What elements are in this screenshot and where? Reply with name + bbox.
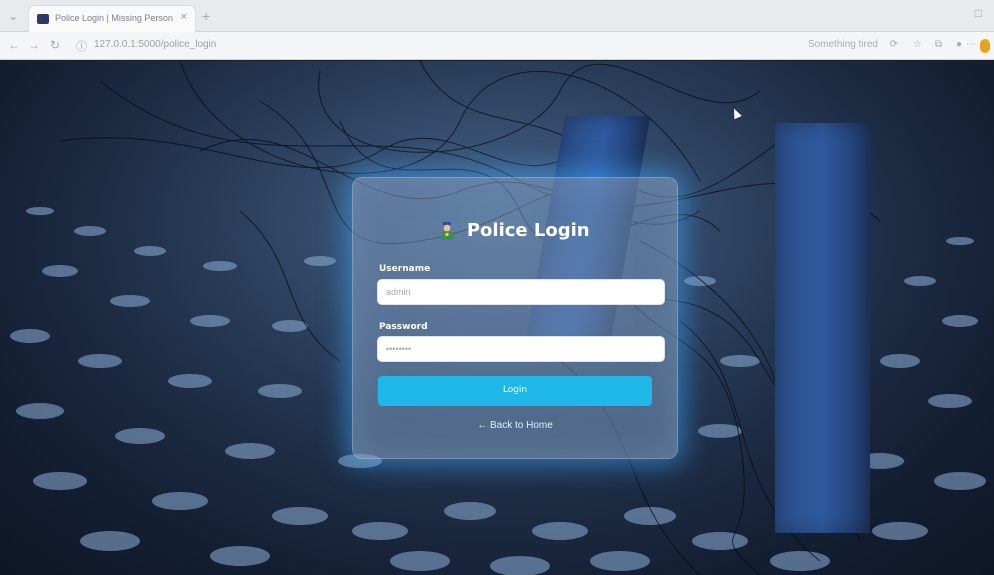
copilot-icon[interactable]	[980, 39, 990, 53]
favicon-icon	[37, 14, 49, 24]
password-label: Password	[379, 322, 428, 332]
profile-icon[interactable]: ●	[956, 39, 962, 50]
login-button-label: Login	[502, 385, 528, 395]
collections-icon[interactable]: ⧉	[935, 39, 942, 50]
forward-arrow-icon[interactable]: →	[28, 38, 40, 52]
username-value: admin	[386, 287, 411, 297]
police-officer-icon	[441, 221, 454, 240]
tab-list-icon[interactable]: ⌄	[6, 9, 20, 23]
login-button[interactable]: Login	[378, 376, 652, 406]
login-title-row: Police Login	[353, 220, 677, 244]
tab-title: Police Login | Missing Person Syst	[55, 13, 173, 23]
username-label: Username	[379, 264, 431, 274]
background-pillar	[775, 123, 870, 533]
back-to-home-link[interactable]: ← Back to Home	[353, 420, 677, 431]
login-card: Police Login Username admin Password •••…	[352, 177, 678, 459]
browser-tab-bar: ⌄ Police Login | Missing Person Syst × +…	[0, 0, 994, 32]
more-menu-icon[interactable]: ⋯	[966, 39, 976, 50]
refresh-page-icon[interactable]: ⟳	[890, 39, 898, 50]
login-title: Police Login	[466, 220, 590, 241]
password-value: ••••••••	[386, 344, 412, 354]
extension-icon[interactable]: ☆	[913, 39, 922, 50]
close-tab-icon[interactable]: ×	[181, 11, 187, 23]
back-arrow-icon[interactable]: ←	[8, 38, 20, 52]
profile-label: Something tired	[807, 39, 878, 50]
url-text: 127.0.0.1:5000/police_login	[94, 39, 217, 50]
url-input[interactable]: ⓘ 127.0.0.1:5000/police_login	[76, 36, 776, 56]
refresh-icon[interactable]: ↻	[50, 38, 60, 52]
window-control-icon[interactable]: □	[975, 6, 982, 20]
new-tab-icon[interactable]: +	[202, 8, 210, 24]
browser-tab[interactable]: Police Login | Missing Person Syst ×	[28, 5, 196, 32]
site-info-icon[interactable]: ⓘ	[76, 38, 87, 54]
password-input[interactable]: ••••••••	[377, 336, 665, 362]
address-bar: ← → ↻ ⓘ 127.0.0.1:5000/police_login Some…	[0, 32, 994, 60]
username-input[interactable]: admin	[377, 279, 665, 305]
